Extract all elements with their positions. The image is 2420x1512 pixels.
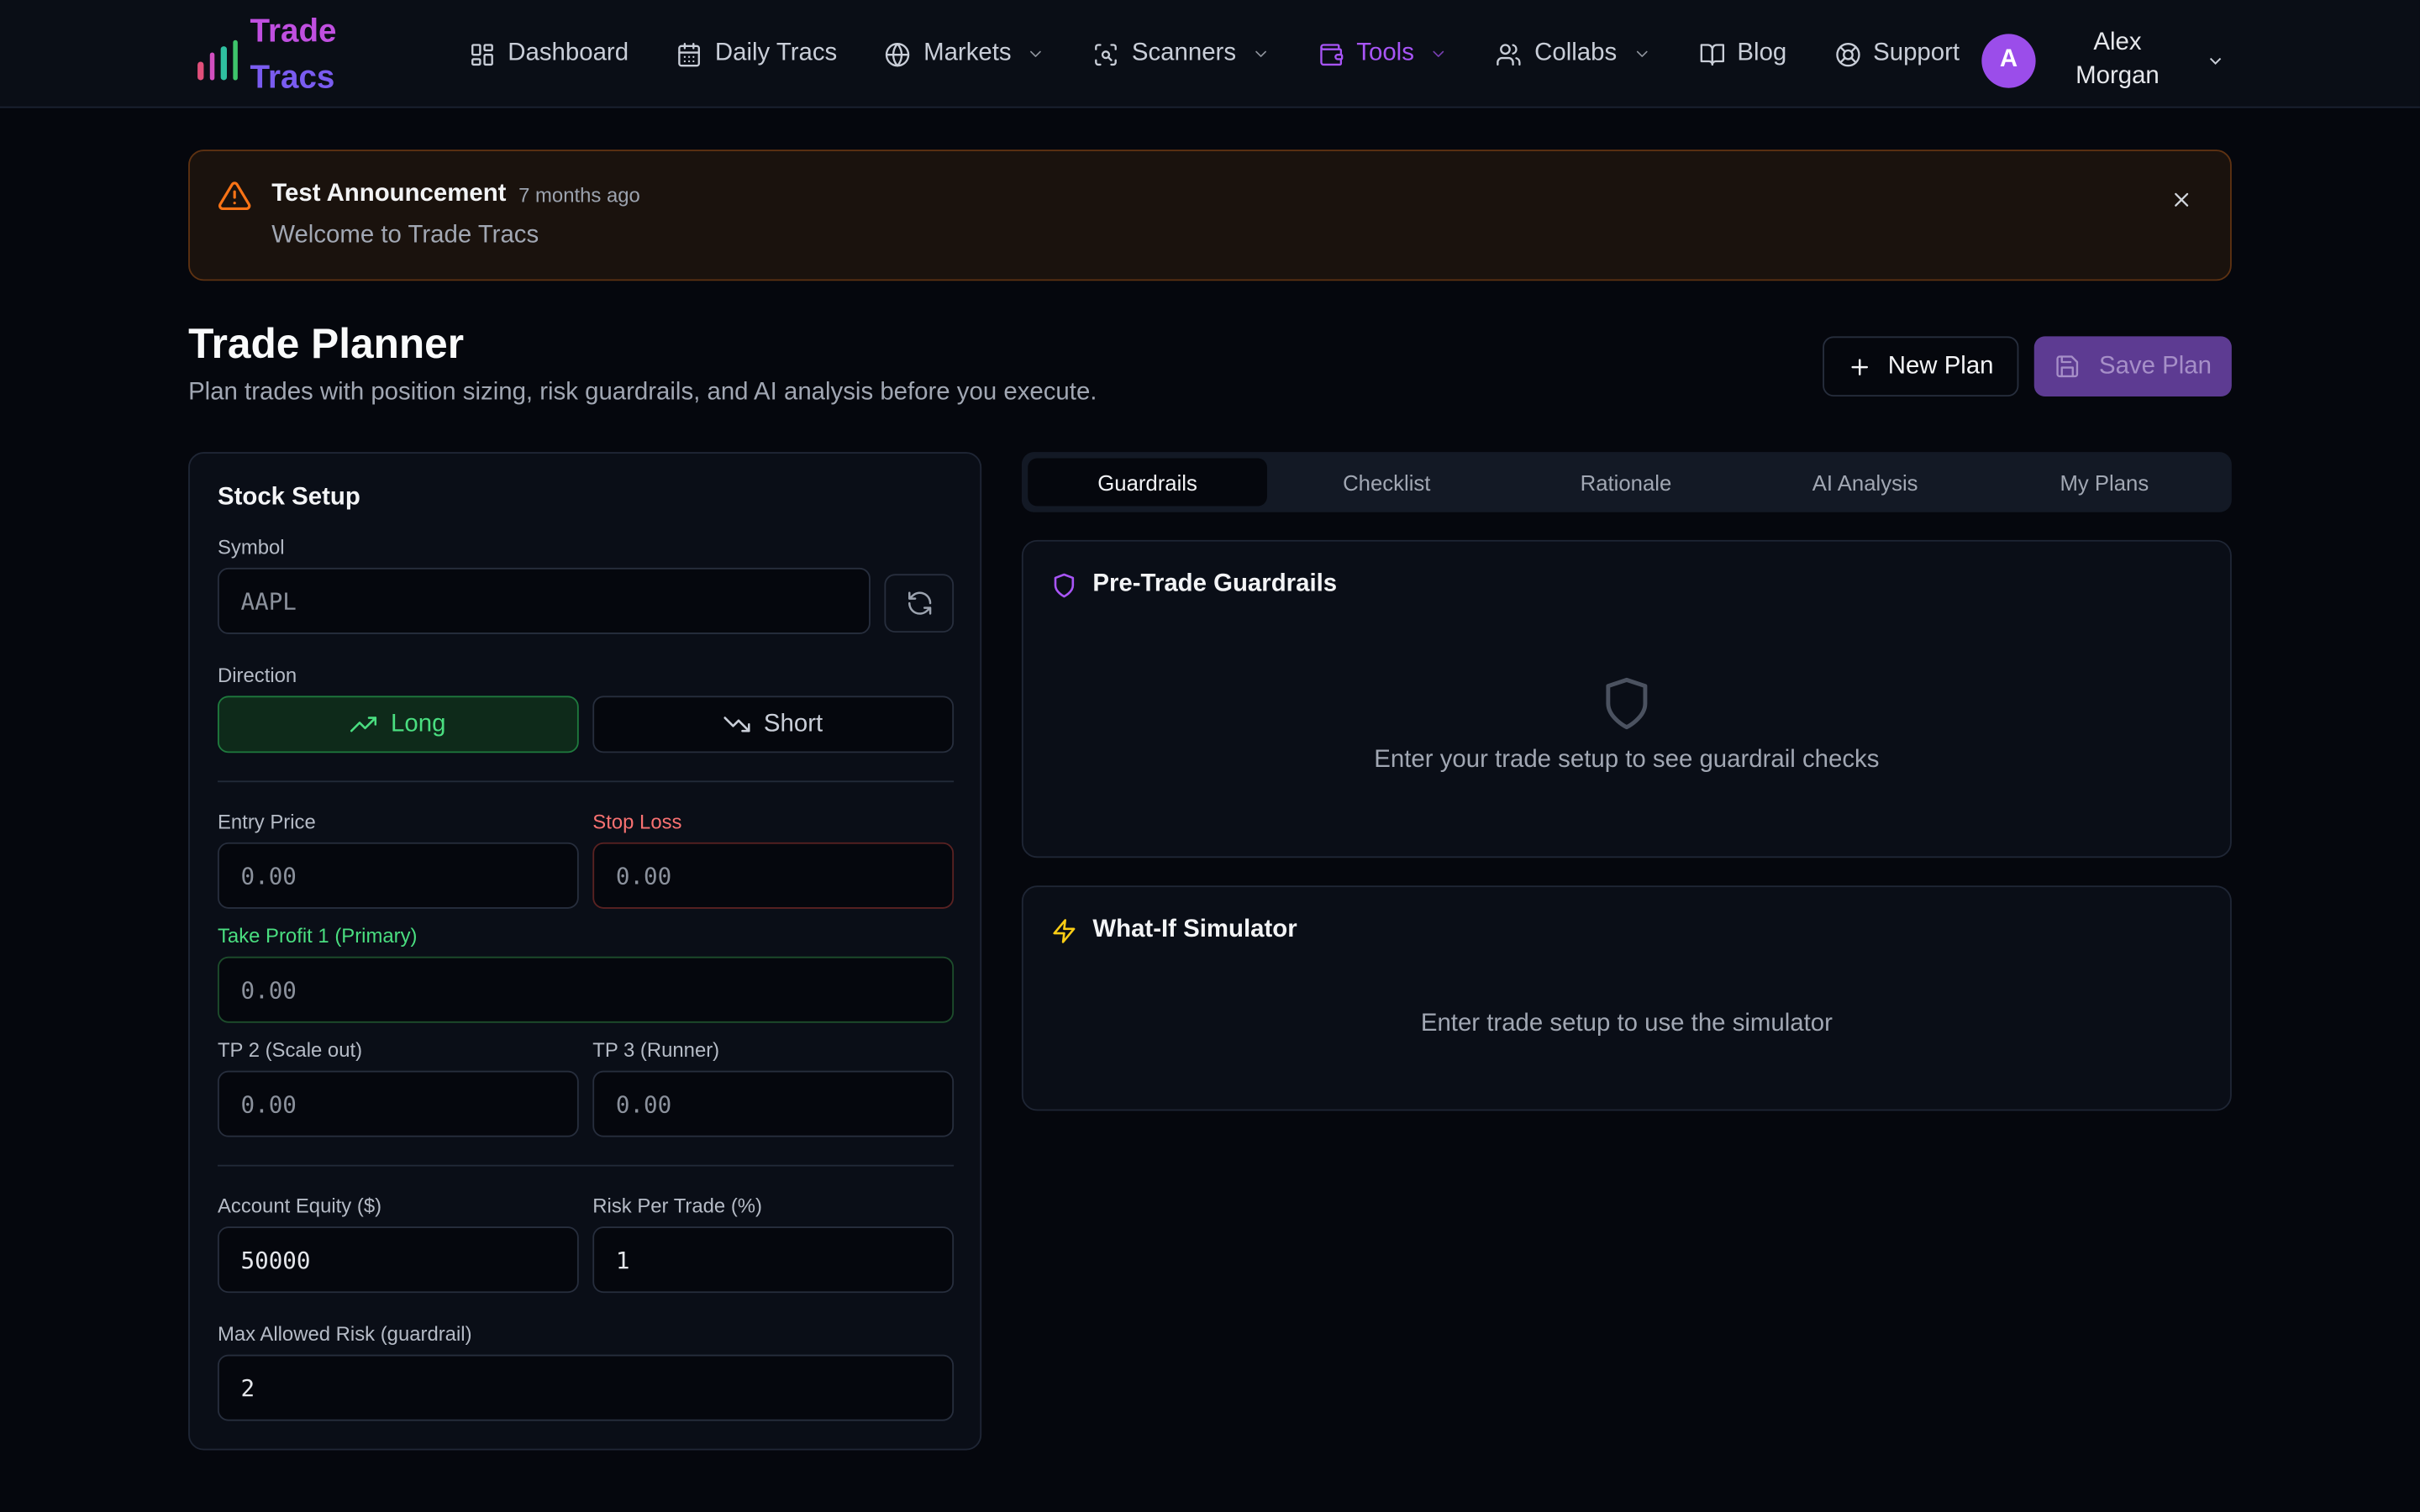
save-icon (2056, 355, 2079, 378)
divider (217, 780, 955, 783)
nav-item-daily-tracs[interactable]: Daily Tracs (676, 40, 837, 68)
stop-loss-input[interactable]: 0.00 (592, 842, 955, 909)
nav-item-scanners[interactable]: Scanners (1093, 40, 1270, 68)
tab-my-plans[interactable]: My Plans (1985, 458, 2224, 506)
shield-icon (1054, 572, 1075, 597)
page-title: Trade Planner (188, 321, 465, 368)
user-menu[interactable]: A Alex Morgan (1981, 26, 2225, 94)
refresh-icon (908, 591, 931, 615)
chart-bars-icon (197, 39, 238, 81)
brand-name-line2: Tracs (250, 60, 335, 96)
tab-ai-analysis[interactable]: AI Analysis (1745, 458, 1985, 506)
dashboard-icon (471, 43, 493, 66)
nav-label: Blog (1737, 39, 1787, 66)
save-plan-button[interactable]: Save Plan (2033, 336, 2232, 397)
short-label: Short (763, 710, 823, 738)
announcement-title: Test Announcement (271, 180, 507, 207)
wallet-icon (1320, 43, 1344, 66)
symbol-input[interactable]: AAPL (217, 567, 871, 634)
tab-guardrails[interactable]: Guardrails (1028, 458, 1267, 507)
risk-per-trade-label: Risk Per Trade (%) (592, 1194, 762, 1218)
take-profit-1-label: Take Profit 1 (Primary) (217, 924, 418, 948)
nav-item-tools[interactable]: Tools (1318, 40, 1448, 68)
account-equity-label: Account Equity ($) (217, 1194, 382, 1218)
new-plan-button[interactable]: New Plan (1823, 336, 2019, 397)
nav-label: Markets (923, 39, 1012, 66)
refresh-button[interactable] (884, 574, 955, 633)
tab-rationale[interactable]: Rationale (1507, 458, 1746, 506)
nav-item-support[interactable]: Support (1834, 40, 1960, 68)
announcement-message: Welcome to Trade Tracs (271, 222, 539, 249)
max-risk-label: Max Allowed Risk (guardrail) (217, 1322, 472, 1346)
account-equity-input[interactable]: 50000 (217, 1226, 579, 1294)
nav-label: Tools (1356, 39, 1414, 66)
nav-label: Support (1873, 39, 1960, 66)
entry-price-input[interactable]: 0.00 (217, 842, 579, 909)
lightning-icon (1053, 918, 1076, 942)
simulator-empty-text: Enter trade setup to use the simulator (1420, 1011, 1833, 1037)
nav-label: Scanners (1131, 39, 1237, 66)
symbol-label: Symbol (217, 535, 285, 559)
user-first-name: Alex (2093, 29, 2142, 56)
long-button[interactable]: Long (217, 696, 579, 753)
guardrails-title: Pre-Trade Guardrails (1092, 570, 1338, 597)
announcement-banner: Test Announcement 7 months ago Welcome t… (188, 150, 2232, 281)
plus-icon (1851, 358, 1869, 375)
close-icon[interactable] (2170, 188, 2193, 212)
stop-loss-label: Stop Loss (592, 810, 682, 833)
stock-setup-card: Stock Setup Symbol AAPL Direction Long S… (188, 452, 982, 1451)
guardrails-card: Pre-Trade Guardrails Enter your trade se… (1021, 539, 2232, 858)
risk-per-trade-input[interactable]: 1 (592, 1226, 955, 1294)
users-icon (1497, 43, 1522, 66)
stock-setup-title: Stock Setup (217, 484, 360, 511)
tab-bar: Guardrails Checklist Rationale AI Analys… (1021, 452, 2232, 512)
globe-icon (886, 42, 910, 66)
trending-down-icon (723, 717, 750, 732)
nav-item-dashboard[interactable]: Dashboard (469, 40, 629, 68)
simulator-title: What-If Simulator (1092, 916, 1297, 943)
warning-triangle-icon (218, 181, 251, 211)
user-last-name: Morgan (2075, 63, 2160, 90)
chevron-down-icon (1636, 50, 1647, 57)
brand-logo[interactable]: Trade Tracs (197, 9, 336, 102)
guardrails-empty-text: Enter your trade setup to see guardrail … (1374, 746, 1880, 774)
entry-price-label: Entry Price (217, 810, 316, 833)
chevron-down-icon (1030, 50, 1042, 57)
trending-up-icon (350, 717, 377, 732)
user-name: Alex Morgan (2036, 26, 2200, 94)
save-plan-label: Save Plan (2098, 352, 2212, 379)
lifebuoy-icon (1835, 42, 1860, 66)
what-if-simulator-card: What-If Simulator Enter trade setup to u… (1021, 885, 2232, 1111)
tp2-input[interactable]: 0.00 (217, 1070, 579, 1137)
max-risk-input[interactable]: 2 (217, 1354, 955, 1421)
divider (217, 1164, 955, 1167)
nav-label: Daily Tracs (714, 39, 838, 66)
brand-name-line1: Trade (250, 13, 337, 50)
short-button[interactable]: Short (592, 696, 955, 753)
calendar-icon (678, 42, 701, 66)
long-label: Long (391, 710, 446, 738)
tp3-input[interactable]: 0.00 (592, 1070, 955, 1137)
chevron-down-icon (2209, 56, 2222, 65)
tp3-label: TP 3 (Runner) (592, 1038, 720, 1062)
chevron-down-icon (1433, 50, 1444, 57)
nav-item-markets[interactable]: Markets (885, 40, 1045, 68)
nav-item-collabs[interactable]: Collabs (1496, 40, 1650, 68)
page-subtitle: Plan trades with position sizing, risk g… (188, 379, 1097, 407)
nav-label: Dashboard (508, 39, 629, 66)
direction-label: Direction (217, 663, 297, 687)
announcement-time: 7 months ago (518, 183, 640, 207)
take-profit-1-input[interactable]: 0.00 (217, 956, 955, 1023)
tp2-label: TP 2 (Scale out) (217, 1038, 363, 1062)
nav-label: Collabs (1534, 39, 1618, 66)
nav-item-blog[interactable]: Blog (1699, 39, 1787, 68)
shield-icon (1606, 677, 1648, 730)
top-navbar: Trade Tracs Dashboard Daily Tracs Market… (0, 0, 2420, 108)
new-plan-label: New Plan (1887, 352, 1994, 379)
tab-checklist[interactable]: Checklist (1267, 458, 1507, 506)
book-icon (1699, 43, 1724, 66)
avatar[interactable]: A (1981, 33, 2036, 87)
chevron-down-icon (1255, 50, 1266, 57)
scan-icon (1095, 43, 1118, 66)
